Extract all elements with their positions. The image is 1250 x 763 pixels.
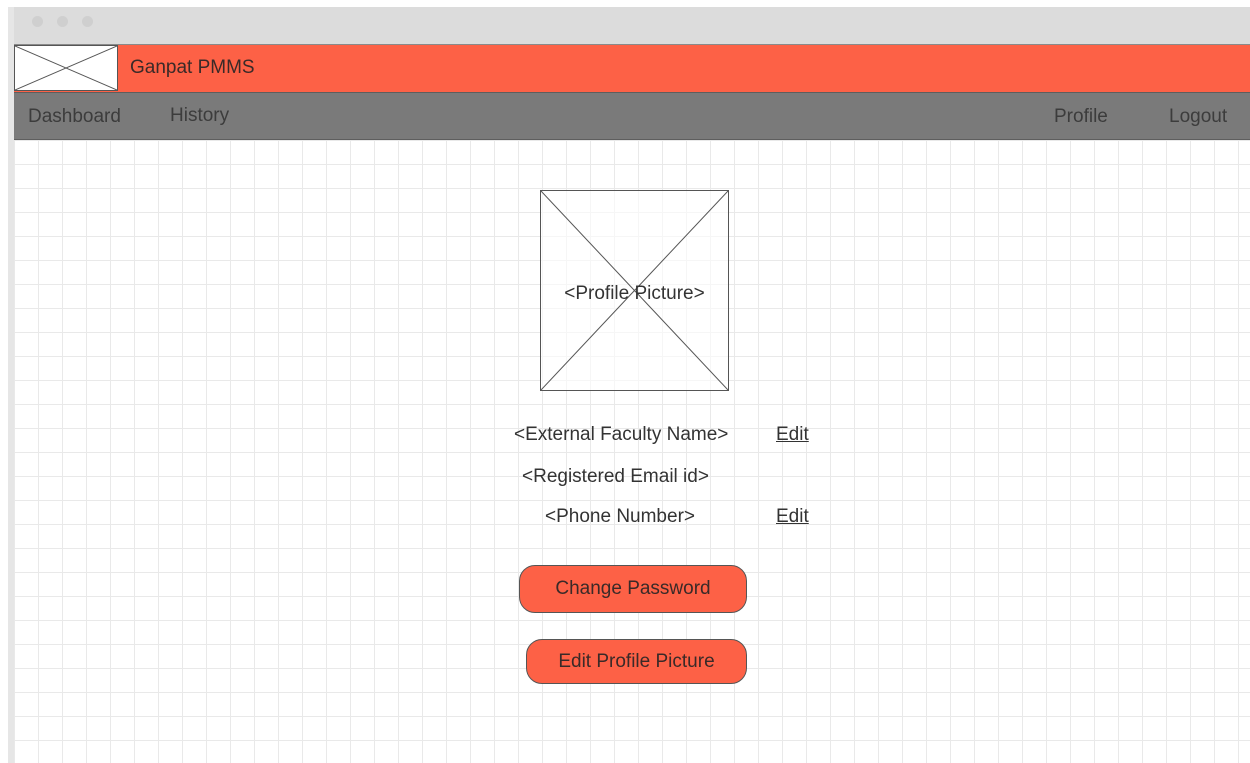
window-minimize-dot[interactable] <box>57 16 68 27</box>
app-title: Ganpat PMMS <box>130 57 255 78</box>
profile-picture: <Profile Picture> <box>540 190 729 391</box>
browser-window: Ganpat PMMS Dashboard History Profile Lo… <box>0 0 1250 763</box>
edit-phone-link[interactable]: Edit <box>776 506 809 528</box>
nav-logout-link[interactable]: Logout <box>1169 106 1227 128</box>
window-title-bar <box>10 7 1250 44</box>
logo-placeholder-icon <box>14 45 118 91</box>
nav-history-link[interactable]: History <box>170 105 229 127</box>
window-close-dot[interactable] <box>32 16 43 27</box>
window-maximize-dot[interactable] <box>82 16 93 27</box>
edit-name-link[interactable]: Edit <box>776 424 809 446</box>
phone-number: <Phone Number> <box>545 506 695 527</box>
change-password-button[interactable]: Change Password <box>519 565 747 613</box>
profile-picture-label: <Profile Picture> <box>564 283 705 304</box>
nav-profile-link[interactable]: Profile <box>1054 106 1108 128</box>
registered-email: <Registered Email id> <box>522 466 709 487</box>
nav-dashboard-link[interactable]: Dashboard <box>28 106 121 128</box>
edit-profile-picture-button[interactable]: Edit Profile Picture <box>526 639 747 684</box>
app-header: Ganpat PMMS <box>14 44 1250 92</box>
faculty-name: <External Faculty Name> <box>514 424 729 445</box>
image-placeholder-icon <box>14 45 118 91</box>
main-navbar: Dashboard History Profile Logout <box>14 92 1250 140</box>
